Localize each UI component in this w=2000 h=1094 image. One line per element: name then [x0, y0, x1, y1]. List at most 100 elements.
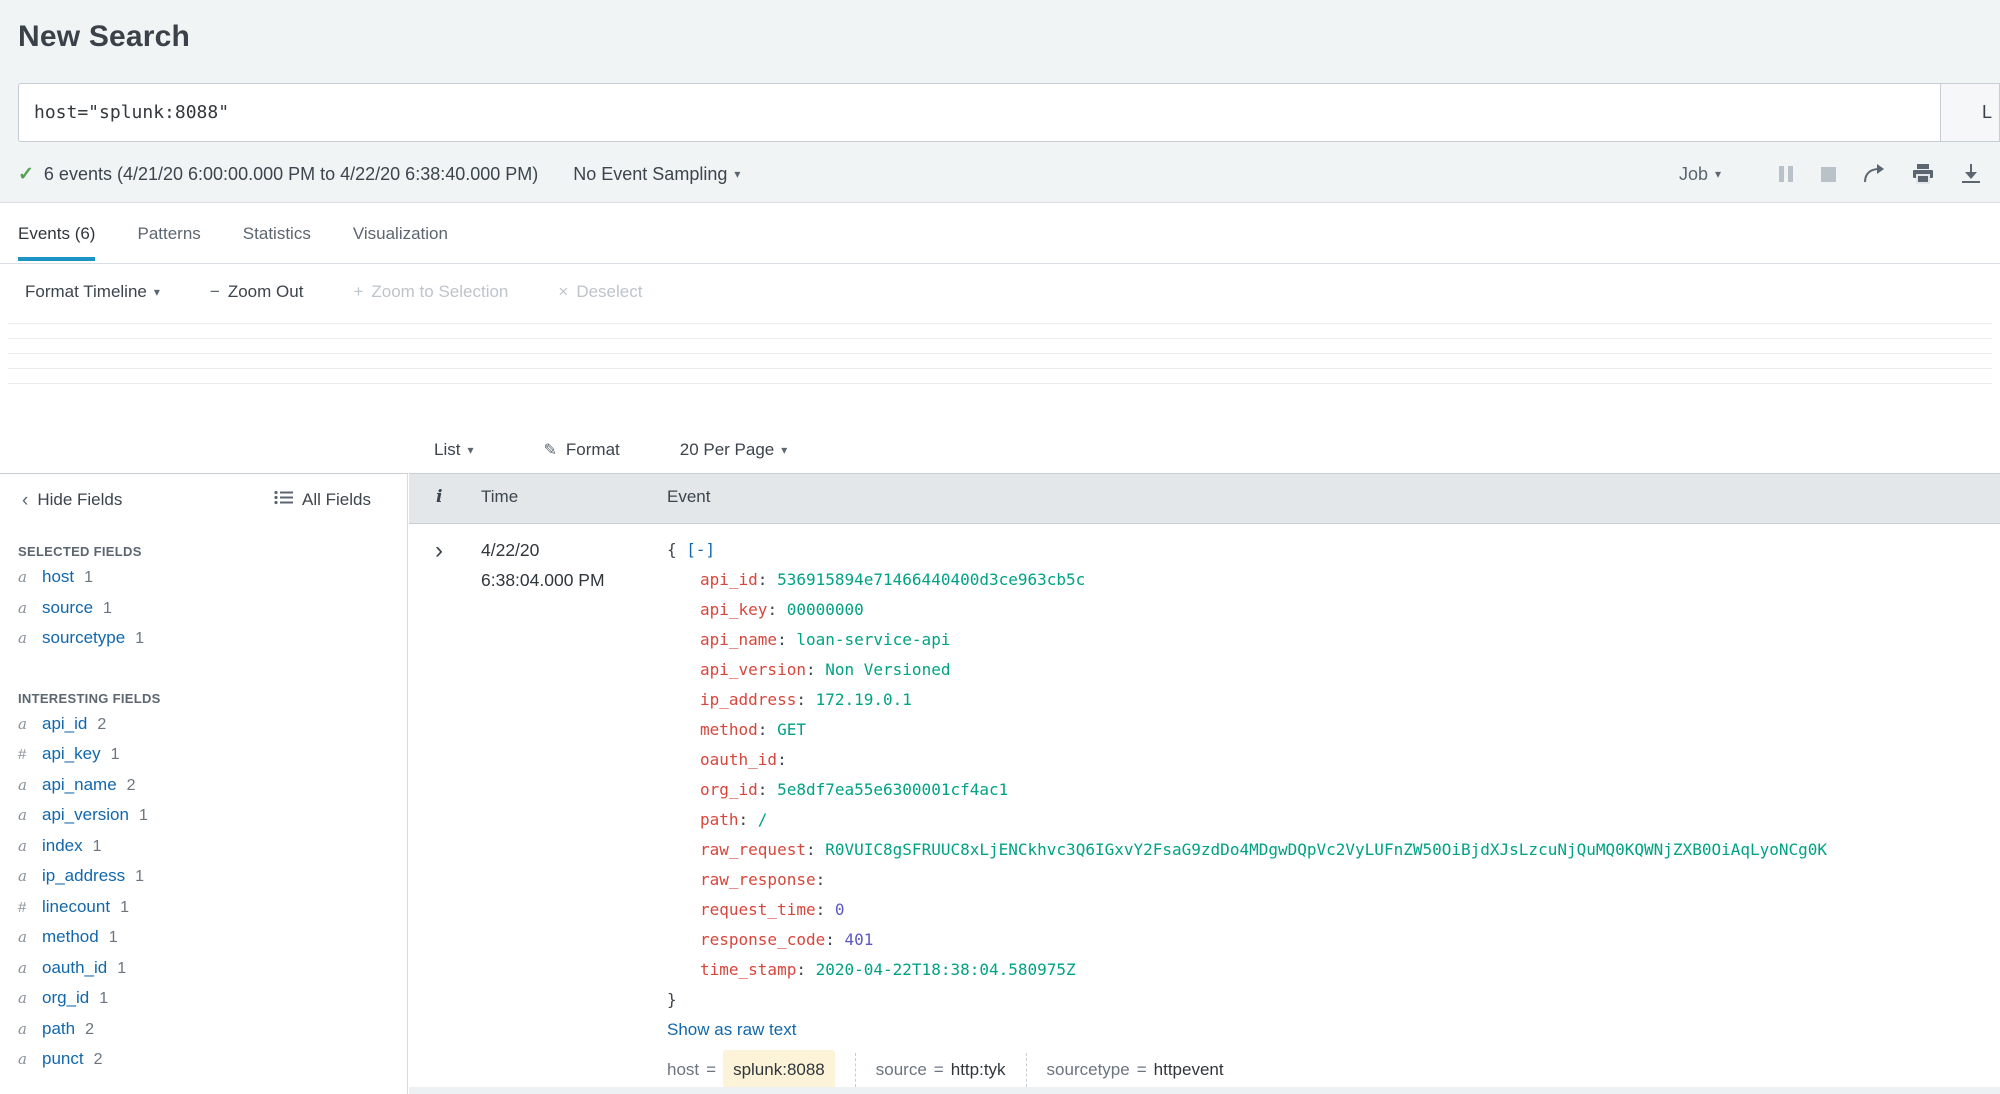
json-key[interactable]: api_version [700, 660, 806, 679]
json-value[interactable]: 536915894e71466440400d3ce963cb5c [777, 570, 1085, 589]
json-key[interactable]: api_name [700, 630, 777, 649]
field-row[interactable]: a host 1 [0, 567, 407, 598]
json-value[interactable]: 0 [835, 900, 845, 919]
json-key[interactable]: path [700, 810, 739, 829]
job-label: Job [1678, 163, 1708, 184]
tab[interactable]: Events (6) [18, 204, 96, 263]
json-key[interactable]: raw_response [700, 870, 816, 889]
json-value[interactable]: 172.19.0.1 [816, 690, 912, 709]
download-icon[interactable] [1960, 164, 1982, 184]
field-row[interactable]: a sourcetype 1 [0, 628, 407, 659]
tab[interactable]: Visualization [353, 204, 448, 263]
event-timeline-chart[interactable] [8, 320, 1992, 386]
meta-field-value[interactable]: httpevent [1154, 1055, 1224, 1085]
field-row[interactable]: a org_id 1 [0, 988, 407, 1019]
tab[interactable]: Patterns [137, 204, 200, 263]
field-row[interactable]: a method 1 [0, 927, 407, 958]
tab-label: Visualization [352, 223, 448, 243]
json-key[interactable]: org_id [700, 780, 758, 799]
meta-field-value[interactable]: splunk:8088 [723, 1050, 835, 1090]
field-name: org_id [42, 988, 90, 1007]
field-row[interactable]: a oauth_id 1 [0, 958, 407, 989]
json-open-line: { [-] [667, 535, 2000, 565]
show-as-raw-text-link[interactable]: Show as raw text [667, 1015, 796, 1045]
field-name: linecount [42, 896, 111, 916]
json-value[interactable]: 5e8df7ea55e6300001cf4ac1 [777, 780, 1008, 799]
format-results-label: Format [565, 440, 620, 459]
hide-fields-button[interactable]: ‹ Hide Fields [22, 490, 122, 510]
field-count: 1 [92, 837, 102, 855]
event-sampling-dropdown[interactable]: No Event Sampling ▾ [573, 164, 740, 185]
tab[interactable]: Statistics [243, 204, 311, 263]
share-icon[interactable] [1862, 164, 1886, 184]
field-row[interactable]: a api_id 2 [0, 714, 407, 745]
json-value[interactable]: 401 [845, 930, 874, 949]
json-value[interactable]: 2020-04-22T18:38:04.580975Z [816, 960, 1076, 979]
search-input[interactable]: host="splunk:8088" [18, 83, 1941, 142]
field-row[interactable]: a punct 2 [0, 1049, 407, 1080]
json-key[interactable]: response_code [700, 930, 825, 949]
field-row[interactable]: a api_name 2 [0, 775, 407, 806]
field-count: 2 [97, 715, 107, 733]
json-key[interactable]: method [700, 720, 758, 739]
json-collapse-control[interactable]: [-] [686, 540, 715, 559]
time-range-picker[interactable]: L [1941, 83, 2000, 142]
json-key[interactable]: time_stamp [700, 960, 796, 979]
json-colon: : [757, 720, 778, 739]
all-fields-button[interactable]: All Fields [274, 490, 371, 510]
meta-field-name: source [875, 1060, 927, 1079]
json-key[interactable]: raw_request [700, 840, 806, 859]
event-sampling-label: No Event Sampling [573, 163, 728, 184]
json-value[interactable]: Non Versioned [825, 660, 950, 679]
tab-label: Statistics [242, 223, 311, 243]
json-value[interactable]: 00000000 [787, 600, 864, 619]
json-key[interactable]: ip_address [700, 690, 796, 709]
field-row[interactable]: a api_version 1 [0, 805, 407, 836]
field-row[interactable]: # api_key 1 [0, 744, 407, 775]
json-field-line: api_version: Non Versioned [667, 655, 2000, 685]
field-name: ip_address [42, 866, 126, 885]
event-date: 4/22/20 [481, 540, 540, 560]
deselect-button: × Deselect [558, 282, 642, 302]
json-value[interactable]: / [758, 810, 768, 829]
json-field-line: org_id: 5e8df7ea55e6300001cf4ac1 [667, 775, 2000, 805]
json-key[interactable]: api_key [700, 600, 767, 619]
field-name: index [42, 835, 83, 855]
list-view-label: List [434, 440, 461, 459]
field-row[interactable]: a index 1 [0, 836, 407, 867]
plus-icon: + [353, 282, 364, 301]
per-page-dropdown[interactable]: 20 Per Page ▾ [680, 440, 788, 460]
job-dropdown[interactable]: Job ▾ [1679, 164, 1721, 185]
field-row[interactable]: a ip_address 1 [0, 866, 407, 897]
json-key[interactable]: api_id [700, 570, 758, 589]
field-row[interactable]: # linecount 1 [0, 897, 407, 928]
json-key[interactable]: oauth_id [700, 750, 777, 769]
list-view-dropdown[interactable]: List ▾ [434, 440, 474, 460]
json-field-line: time_stamp: 2020-04-22T18:38:04.580975Z [667, 955, 2000, 985]
events-table-header: i Time Event [409, 474, 2000, 524]
zoom-out-button[interactable]: − Zoom Out [210, 282, 304, 302]
selected-fields-header: SELECTED FIELDS [18, 544, 142, 559]
field-name: api_name [42, 774, 117, 794]
json-colon: : [777, 750, 797, 769]
json-colon: : [767, 600, 787, 619]
field-count: 1 [103, 599, 112, 617]
format-results-button[interactable]: ✎ Format [544, 440, 620, 460]
field-row[interactable]: a source 1 [0, 598, 407, 629]
field-count: 1 [99, 990, 109, 1007]
json-key[interactable]: request_time [700, 900, 816, 919]
json-value[interactable]: R0VUIC8gSFRUUC8xLjENCkhvc3Q6IGxvY2FsaG9z… [825, 840, 1827, 859]
print-icon[interactable] [1912, 164, 1934, 184]
expand-chevron-icon[interactable]: › [435, 539, 443, 563]
field-row[interactable]: a path 2 [0, 1019, 407, 1050]
results-toolbar: List ▾ ✎ Format 20 Per Page ▾ [434, 428, 787, 472]
meta-equals-sign: = [1136, 1060, 1147, 1079]
json-value[interactable]: GET [777, 720, 806, 739]
json-value[interactable]: loan-service-api [796, 630, 950, 649]
x-icon: × [558, 282, 569, 301]
json-close-line: } [667, 990, 677, 1009]
format-timeline-dropdown[interactable]: Format Timeline ▾ [25, 282, 160, 302]
meta-field-value[interactable]: http:tyk [951, 1055, 1006, 1085]
timeline-toolbar: Format Timeline ▾ − Zoom Out + Zoom to S… [0, 264, 2000, 320]
field-count: 1 [138, 807, 148, 824]
